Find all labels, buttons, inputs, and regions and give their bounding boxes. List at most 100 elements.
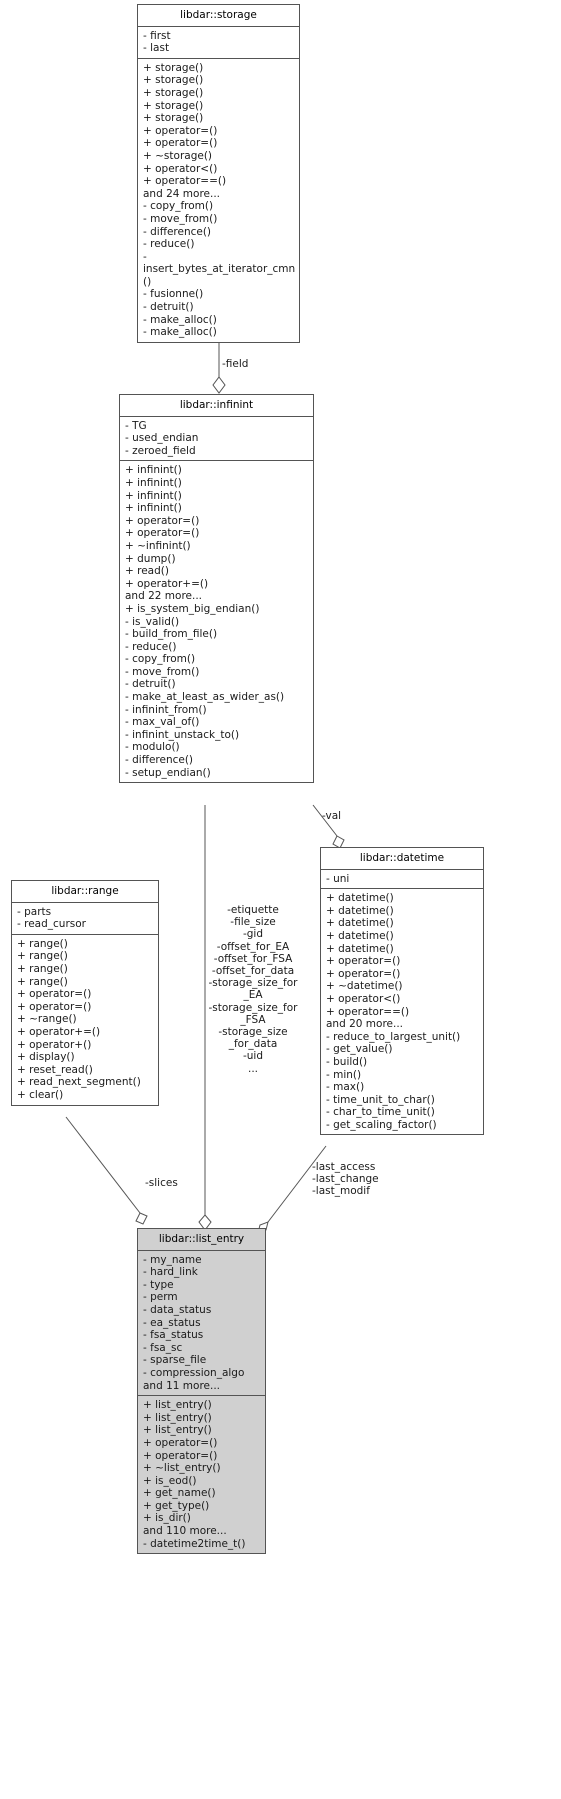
class-method: + ~storage() (143, 149, 213, 162)
class-method: + range() (17, 962, 68, 975)
class-method: + operator=() (17, 988, 92, 1001)
class-attribute: - data_status (143, 1303, 212, 1316)
edge-label-slices: -slices (145, 1177, 178, 1189)
class-method: - get_value() (326, 1043, 393, 1056)
class-method: + is_eod() (143, 1474, 197, 1487)
class-method: + infinint() (125, 464, 182, 477)
class-method: - build() (326, 1055, 368, 1068)
edge-label-infinint-list-entry: -etiquette -file_size -gid -offset_for_E… (208, 904, 298, 1075)
class-box-infinint[interactable]: libdar::infinint - TG - used_endian - zero… (119, 394, 314, 784)
class-method: + get_name() (143, 1487, 216, 1500)
class-method: and 20 more... (326, 1018, 404, 1031)
class-method: + is_dir() (143, 1512, 191, 1525)
class-attribute: - uni (326, 872, 350, 885)
class-method: + datetime() (326, 929, 394, 942)
class-box-datetime[interactable]: libdar::datetime - uni + datetime() + dat… (320, 847, 484, 1136)
class-method: - datetime2time_t() (143, 1537, 246, 1550)
class-method: + list_entry() (143, 1411, 212, 1424)
class-title-range: libdar::range (51, 885, 119, 897)
class-method: - min() (326, 1068, 362, 1081)
class-method: + list_entry() (143, 1424, 212, 1437)
class-method: and 110 more... (143, 1525, 227, 1538)
class-method: + operator=() (143, 137, 218, 150)
class-attribute: - type (143, 1278, 174, 1291)
class-method: + get_type() (143, 1499, 210, 1512)
class-box-storage[interactable]: libdar::storage - first - last + storage(… (137, 4, 300, 343)
class-method: - setup_endian() (125, 766, 211, 779)
class-method: + read() (125, 565, 169, 578)
class-method: + infinint() (125, 476, 182, 489)
class-methods-infinint: + infinint() + infinint() + infinint() + in… (120, 461, 313, 782)
class-method: + reset_read() (17, 1063, 93, 1076)
class-method: - fusionne() (143, 288, 204, 301)
class-method: + infinint() (125, 489, 182, 502)
class-method: - infinint_unstack_to() (125, 728, 240, 741)
class-method: + operator==() (326, 1005, 410, 1018)
class-method: + ~list_entry() (143, 1462, 221, 1475)
class-method: + operator<() (326, 992, 401, 1005)
class-method: + display() (17, 1051, 75, 1064)
class-method: + infinint() (125, 502, 182, 515)
class-method: + storage() (143, 99, 204, 112)
class-method: + storage() (143, 61, 204, 74)
class-method: - detruit() (143, 301, 194, 314)
class-method: + storage() (143, 112, 204, 125)
class-method: + operator+=() (125, 577, 209, 590)
class-attribute: - read_cursor (17, 918, 86, 931)
class-attribute: - fsa_sc (143, 1341, 183, 1354)
class-method: + range() (17, 950, 68, 963)
class-box-range[interactable]: libdar::range - parts - read_cursor + ran… (11, 880, 159, 1106)
class-method: + datetime() (326, 942, 394, 955)
class-method: + datetime() (326, 892, 394, 905)
class-methods-range: + range() + range() + range() + range() + op… (12, 935, 158, 1105)
class-methods-list-entry: + list_entry() + list_entry() + list_entry… (138, 1396, 265, 1553)
class-attribute: - zeroed_field (125, 444, 196, 457)
class-method: + operator=() (143, 1436, 218, 1449)
class-method: - move_from() (125, 665, 200, 678)
class-method: - reduce_to_largest_unit() (326, 1030, 461, 1043)
class-method: and 24 more... (143, 187, 221, 200)
class-method: + operator=() (143, 1449, 218, 1462)
class-attribute: - used_endian (125, 432, 199, 445)
edge-label-val: -val (322, 810, 342, 822)
class-box-list-entry[interactable]: libdar::list_entry - my_name - hard_link -… (137, 1228, 266, 1555)
class-attribute: - my_name (143, 1253, 202, 1266)
class-attribute: - perm (143, 1291, 178, 1304)
edge-label-datetime-list-entry: -last_access -last_change -last_modif (312, 1161, 379, 1198)
class-method: + operator=() (326, 967, 401, 980)
class-title-list-entry: libdar::list_entry (158, 1233, 245, 1245)
class-method: + operator=() (326, 955, 401, 968)
class-method: + datetime() (326, 904, 394, 917)
class-method: - difference() (143, 225, 212, 238)
class-method: + ~datetime() (326, 980, 403, 993)
class-method: + read_next_segment() (17, 1076, 141, 1089)
class-method: + ~infinint() (125, 539, 191, 552)
class-method: + is_system_big_endian() (125, 602, 260, 615)
class-method: + range() (17, 975, 68, 988)
class-method: + dump() (125, 552, 176, 565)
class-method: - time_unit_to_char() (326, 1093, 435, 1106)
class-method: + storage() (143, 86, 204, 99)
class-attributes-datetime: - uni (321, 870, 483, 889)
class-method: - infinint_from() (125, 703, 207, 716)
class-attribute: - last (143, 42, 170, 55)
class-method: - insert_bytes_at_iterator_cmn() (143, 250, 296, 288)
class-method: - max_val_of() (125, 716, 200, 729)
class-attribute: - TG (125, 419, 147, 432)
uml-diagram-canvas: libdar::storage - first - last + storage(… (0, 0, 561, 1799)
class-method: - move_from() (143, 212, 218, 225)
class-attribute: - first (143, 29, 171, 42)
edge-label-field: -field (222, 358, 249, 370)
class-method: - difference() (125, 754, 194, 767)
class-methods-storage: + storage() + storage() + storage() + stora… (138, 59, 299, 342)
class-method: - build_from_file() (125, 628, 218, 641)
class-method: - copy_from() (125, 653, 196, 666)
class-method: and 22 more... (125, 590, 203, 603)
class-title-storage: libdar::storage (180, 9, 257, 21)
class-method: + operator+=() (17, 1025, 101, 1038)
class-method: + operator=() (143, 124, 218, 137)
class-attributes-range: - parts - read_cursor (12, 903, 158, 934)
class-method: + list_entry() (143, 1399, 212, 1412)
class-title-infinint: libdar::infinint (179, 399, 254, 411)
class-method: - make_at_least_as_wider_as() (125, 691, 285, 704)
